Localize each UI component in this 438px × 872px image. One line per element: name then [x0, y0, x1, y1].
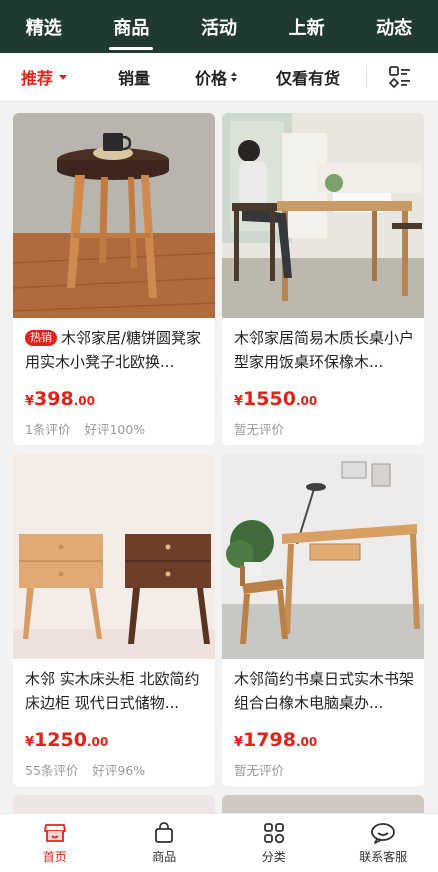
- hot-sale-badge: 热销: [25, 330, 57, 346]
- product-card[interactable]: 木邻简约书桌日式实木书架组合白橡木电脑桌办... ¥1798.00 暂无评价: [222, 454, 424, 786]
- positive-rating: 好评100%: [84, 422, 145, 437]
- product-title: 木邻 实木床头柜 北欧简约床边柜 现代日式储物...: [25, 667, 205, 715]
- filter-divider: [366, 66, 367, 88]
- review-count: 55条评价: [25, 763, 78, 778]
- currency-symbol: ¥: [25, 394, 34, 409]
- product-price: ¥1550.00: [234, 388, 317, 410]
- product-card-partial[interactable]: [222, 795, 424, 815]
- tab-products[interactable]: 商品: [107, 14, 155, 40]
- product-review-meta: 暂无评价: [234, 419, 284, 438]
- price-integer: 1798: [243, 729, 296, 751]
- product-review-meta: 55条评价好评96%: [25, 760, 145, 779]
- bottom-nav-home[interactable]: 首页: [0, 814, 110, 872]
- filter-recommend[interactable]: 推荐: [0, 65, 88, 89]
- positive-rating: 好评96%: [92, 763, 145, 778]
- review-count: 暂无评价: [234, 763, 284, 778]
- product-image-dining-table: [222, 113, 424, 318]
- filter-price-label: 价格: [195, 65, 227, 89]
- bottom-nav-products-label: 商品: [152, 848, 176, 865]
- product-review-meta: 1条评价好评100%: [25, 419, 145, 438]
- bottom-nav-customer-service[interactable]: 联系客服: [329, 814, 438, 872]
- bottom-nav-customer-service-label: 联系客服: [359, 848, 407, 865]
- top-tab-bar: 精选 商品 活动 上新 动态: [0, 0, 438, 53]
- product-card-partial[interactable]: [13, 795, 215, 815]
- tab-updates[interactable]: 动态: [370, 14, 418, 40]
- tab-featured[interactable]: 精选: [20, 14, 68, 40]
- filter-in-stock-label: 仅看有货: [276, 65, 340, 89]
- product-image-nightstand: [13, 454, 215, 659]
- currency-symbol: ¥: [25, 735, 34, 750]
- product-price: ¥1798.00: [234, 729, 317, 751]
- filter-sales[interactable]: 销量: [88, 65, 180, 89]
- list-layout-icon: [388, 65, 412, 89]
- layout-toggle-button[interactable]: [371, 53, 429, 101]
- currency-symbol: ¥: [234, 394, 243, 409]
- filter-bar: 推荐 销量 价格 仅看有货: [0, 53, 438, 102]
- price-integer: 398: [34, 388, 74, 410]
- shopping-bag-icon: [152, 821, 176, 845]
- review-count: 暂无评价: [234, 422, 284, 437]
- price-integer: 1550: [243, 388, 296, 410]
- price-decimal: .00: [74, 394, 95, 408]
- product-review-meta: 暂无评价: [234, 760, 284, 779]
- filter-sales-label: 销量: [118, 65, 150, 89]
- price-integer: 1250: [34, 729, 87, 751]
- price-decimal: .00: [296, 394, 317, 408]
- product-price: ¥1250.00: [25, 729, 108, 751]
- currency-symbol: ¥: [234, 735, 243, 750]
- caret-down-icon: [59, 75, 67, 80]
- product-title: 热销木邻家居/糖饼圆凳家用实木小凳子北欧换...: [25, 326, 205, 374]
- price-decimal: .00: [87, 735, 108, 749]
- category-grid-icon: [262, 821, 286, 845]
- product-title: 木邻简约书桌日式实木书架组合白橡木电脑桌办...: [234, 667, 414, 715]
- product-price: ¥398.00: [25, 388, 95, 410]
- review-count: 1条评价: [25, 422, 70, 437]
- bottom-nav-categories-label: 分类: [262, 848, 286, 865]
- bottom-nav-categories[interactable]: 分类: [219, 814, 329, 872]
- product-card[interactable]: 木邻 实木床头柜 北欧简约床边柜 现代日式储物... ¥1250.00 55条评…: [13, 454, 215, 786]
- chat-bubble-icon: [370, 821, 396, 845]
- product-card[interactable]: 木邻家居简易木质长桌小户型家用饭桌环保橡木... ¥1550.00 暂无评价: [222, 113, 424, 445]
- filter-price[interactable]: 价格: [180, 65, 252, 89]
- product-title: 木邻家居简易木质长桌小户型家用饭桌环保橡木...: [234, 326, 414, 374]
- product-image-desk: [222, 454, 424, 659]
- bottom-nav-products[interactable]: 商品: [110, 814, 220, 872]
- tab-activities[interactable]: 活动: [195, 14, 243, 40]
- bottom-nav-home-label: 首页: [43, 848, 67, 865]
- filter-recommend-label: 推荐: [21, 65, 53, 89]
- filter-in-stock[interactable]: 仅看有货: [252, 65, 364, 89]
- tab-new-arrivals[interactable]: 上新: [283, 14, 331, 40]
- sort-arrows-icon: [231, 72, 237, 82]
- shop-home-icon: [43, 821, 67, 845]
- bottom-nav-bar: 首页 商品 分类 联系客服: [0, 813, 438, 872]
- price-decimal: .00: [296, 735, 317, 749]
- product-card[interactable]: 热销木邻家居/糖饼圆凳家用实木小凳子北欧换... ¥398.00 1条评价好评1…: [13, 113, 215, 445]
- product-image-stool: [13, 113, 215, 318]
